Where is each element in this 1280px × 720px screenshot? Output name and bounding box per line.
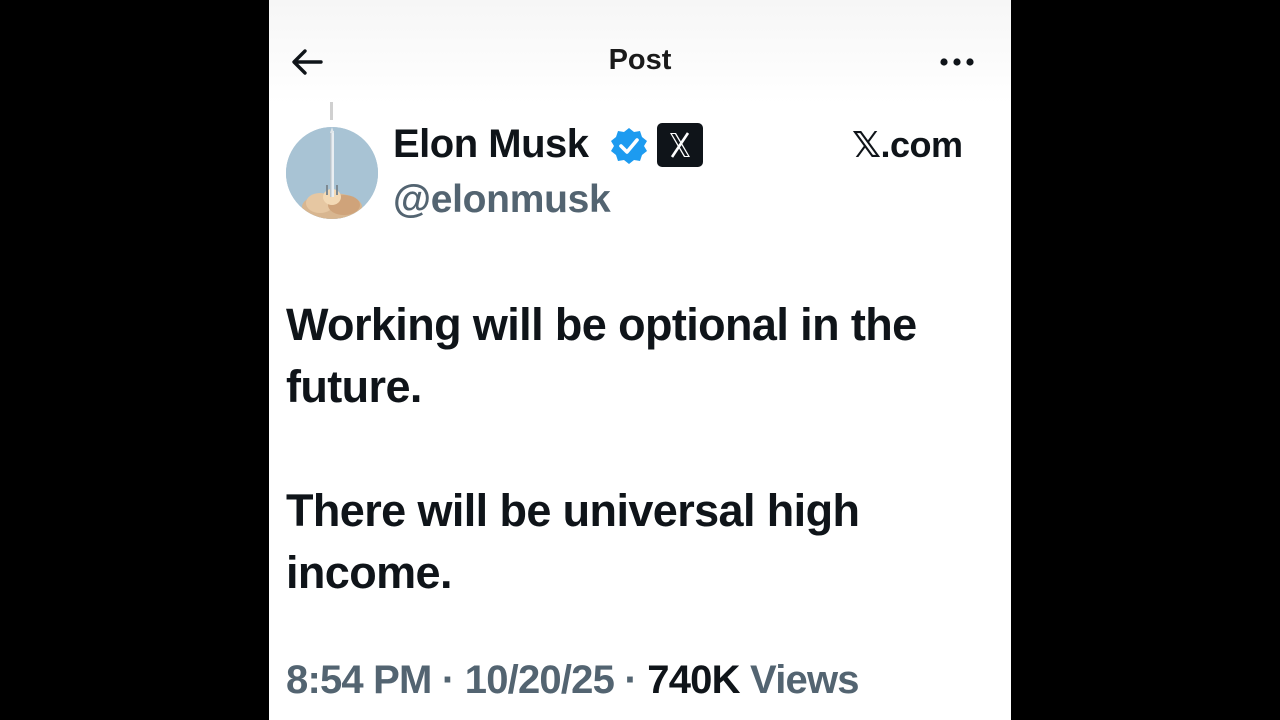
author-handle[interactable]: @elonmusk (393, 178, 611, 222)
meta-separator: · (624, 658, 637, 702)
post-time[interactable]: 8:54 PM (286, 658, 432, 702)
site-watermark: 𝕏.com (852, 124, 963, 165)
thread-connector (330, 102, 333, 120)
more-horizontal-icon (940, 58, 974, 66)
verified-badge (609, 126, 649, 166)
x-logo-icon (670, 132, 690, 158)
views-label[interactable]: Views (750, 658, 859, 702)
affiliate-badge[interactable] (657, 123, 703, 167)
post-paragraph: Working will be optional in the future. (286, 299, 917, 412)
top-bar: Post (269, 0, 1011, 104)
post-screen: Post Elon Musk @elonmusk 𝕏.com Working w… (269, 0, 1011, 720)
author-display-name[interactable]: Elon Musk (393, 122, 589, 167)
meta-separator: · (441, 658, 455, 702)
views-count: 740K (647, 658, 740, 702)
rocket-launch-avatar (286, 127, 378, 219)
verified-check-icon (611, 128, 647, 164)
more-options-button[interactable] (935, 44, 979, 80)
avatar[interactable] (286, 127, 378, 219)
post-date[interactable]: 10/20/25 (465, 658, 615, 702)
post-text: Working will be optional in the future. … (286, 294, 986, 604)
post-paragraph: There will be universal high income. (286, 485, 860, 598)
page-title: Post (608, 44, 672, 76)
post-metadata: 8:54 PM · 10/20/25 · 740K Views (286, 658, 860, 703)
